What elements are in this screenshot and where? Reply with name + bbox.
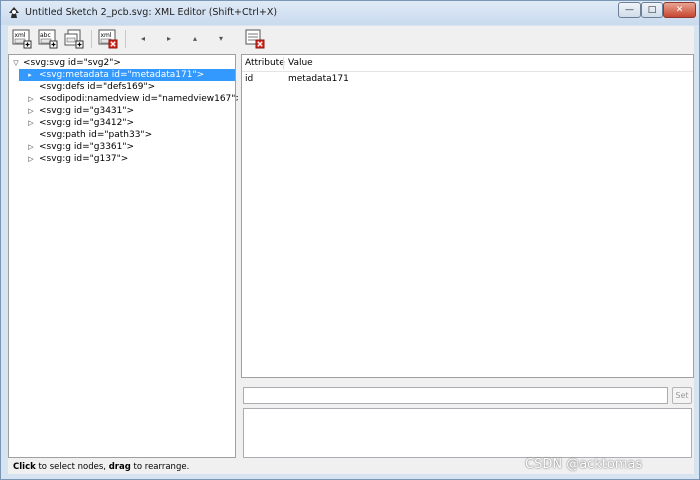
status-text: to rearrange. — [130, 462, 190, 472]
inkscape-app-icon — [9, 7, 19, 18]
tree-node-label: <svg:g id="g3412"> — [39, 118, 135, 128]
tree-node[interactable]: ▷ <svg:g id="g3431"> — [9, 105, 235, 117]
tree-node-label: <svg:svg id="svg2"> — [23, 58, 121, 68]
xml-editor-window: Untitled Sketch 2_pcb.svg: XML Editor (S… — [0, 0, 700, 480]
status-bar: Click to select nodes, drag to rearrange… — [13, 462, 189, 472]
tree-node-label: <svg:g id="g3361"> — [39, 142, 135, 152]
editor-client-area: xml abc xml ◂ ▸ ▴ ▾ ▽ <svg:svg id="svg2"… — [8, 26, 694, 474]
tree-node-label: <svg:path id="path33"> — [39, 130, 153, 140]
expanded-triangle-icon[interactable]: ▽ — [11, 57, 21, 69]
toolbar-separator — [125, 30, 126, 48]
tree-node-label: <sodipodi:namedview id="namedview167"> — [39, 94, 243, 104]
new-text-node-icon: abc — [38, 29, 58, 49]
maximize-icon: □ — [647, 5, 657, 15]
collapsed-triangle-icon[interactable]: ▷ — [26, 93, 36, 105]
set-button[interactable]: Set — [672, 387, 692, 404]
collapsed-triangle-icon[interactable]: ▸ — [25, 69, 35, 81]
raise-node-icon[interactable]: ▴ — [188, 32, 202, 46]
status-text: to select nodes, — [35, 462, 109, 472]
tree-node-label: <svg:g id="g137"> — [39, 154, 129, 164]
tree-node-label: <svg:g id="g3431"> — [39, 106, 135, 116]
xml-node-tree[interactable]: ▽ <svg:svg id="svg2"> ▸ <svg:metadata id… — [8, 54, 243, 458]
toolbar-separator — [91, 30, 92, 48]
tree-node[interactable]: ▷ <svg:g id="g137"> — [9, 153, 235, 165]
new-element-node-button[interactable]: xml — [11, 28, 33, 50]
collapsed-triangle-icon[interactable]: ▷ — [26, 141, 36, 153]
svg-text:xml: xml — [15, 32, 26, 39]
title-bar[interactable]: Untitled Sketch 2_pcb.svg: XML Editor (S… — [1, 1, 699, 25]
tree-node[interactable]: ▽ <svg:svg id="svg2"> — [9, 57, 235, 69]
tree-node[interactable]: ▷ <svg:g id="g3412"> — [9, 117, 235, 129]
svg-text:abc: abc — [40, 32, 51, 39]
attribute-row[interactable]: id metadata171 — [242, 72, 693, 86]
new-element-node-icon: xml — [12, 29, 32, 49]
attribute-value-input[interactable] — [243, 387, 668, 404]
attribute-name-cell: id — [245, 74, 254, 84]
status-drag-word: drag — [108, 462, 131, 472]
collapsed-triangle-icon[interactable]: ▷ — [26, 117, 36, 129]
collapsed-triangle-icon[interactable]: ▷ — [26, 153, 36, 165]
value-column-header[interactable]: Value — [288, 58, 313, 68]
close-button[interactable]: ✕ — [663, 2, 696, 18]
attribute-value-textarea[interactable] — [243, 408, 692, 458]
tree-node[interactable]: <svg:path id="path33"> — [9, 129, 235, 141]
attribute-table[interactable]: Attribute Value id metadata171 — [241, 54, 694, 378]
minimize-button[interactable]: — — [618, 2, 641, 18]
indent-node-icon[interactable]: ▸ — [162, 32, 176, 46]
attribute-table-header: Attribute Value — [242, 55, 693, 72]
new-text-node-button[interactable]: abc — [37, 28, 59, 50]
duplicate-node-button[interactable] — [63, 28, 85, 50]
collapsed-triangle-icon[interactable]: ▷ — [26, 105, 36, 117]
column-separator[interactable] — [283, 57, 284, 69]
delete-attribute-icon — [245, 29, 265, 49]
status-click-word: Click — [13, 462, 36, 472]
tree-node[interactable]: <svg:defs id="defs169"> — [9, 81, 235, 93]
attribute-value-cell: metadata171 — [288, 74, 349, 84]
duplicate-node-icon — [64, 29, 84, 49]
window-title: Untitled Sketch 2_pcb.svg: XML Editor (S… — [25, 7, 278, 18]
svg-text:xml: xml — [101, 32, 112, 39]
delete-node-icon: xml — [98, 29, 118, 49]
attribute-column-header[interactable]: Attribute — [245, 58, 285, 68]
maximize-button[interactable]: □ — [641, 2, 663, 18]
tree-node-label: <svg:metadata id="metadata171"> — [39, 70, 205, 80]
tree-node-label: <svg:defs id="defs169"> — [39, 82, 156, 92]
close-icon: ✕ — [675, 5, 684, 15]
delete-attribute-button[interactable] — [244, 28, 265, 49]
tree-node[interactable]: ▷ <svg:g id="g3361"> — [9, 141, 235, 153]
unindent-node-icon[interactable]: ◂ — [136, 32, 150, 46]
lower-node-icon[interactable]: ▾ — [214, 32, 228, 46]
node-toolbar: xml abc xml ◂ ▸ ▴ ▾ — [8, 26, 694, 52]
tree-node-selected[interactable]: ▸ <svg:metadata id="metadata171"> — [19, 69, 235, 81]
minimize-icon: — — [625, 5, 634, 15]
tree-node[interactable]: ▷ <sodipodi:namedview id="namedview167"> — [9, 93, 243, 105]
csdn-watermark: CSDN @acktomas — [525, 457, 643, 472]
delete-node-button[interactable]: xml — [97, 28, 119, 50]
